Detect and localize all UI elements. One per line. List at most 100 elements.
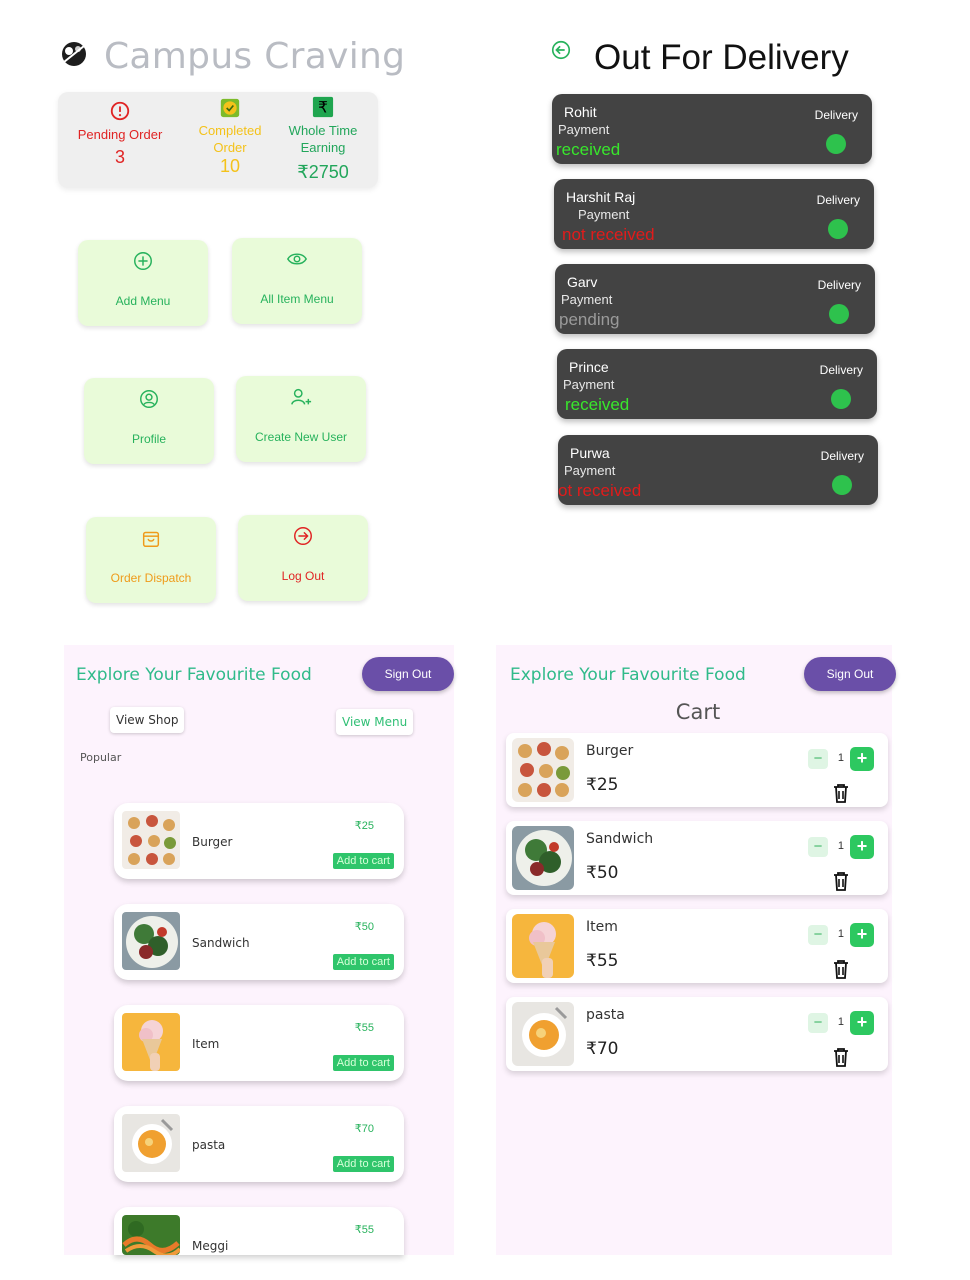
- cart-item-name: Sandwich: [586, 831, 654, 847]
- create-new-user-button[interactable]: Create New User: [236, 376, 366, 462]
- food-card: Item ₹55 Add to cart: [114, 1005, 404, 1081]
- alert-circle-icon: [110, 101, 130, 121]
- decrease-quantity-button[interactable]: −: [808, 749, 828, 769]
- delivery-order-card[interactable]: Prince Payment received Delivery: [557, 349, 877, 419]
- payment-label: Payment: [564, 463, 616, 478]
- shopping-bag-icon: [142, 531, 160, 547]
- add-to-cart-button[interactable]: Add to cart: [332, 1055, 394, 1071]
- payment-status: not received: [562, 225, 655, 244]
- increase-quantity-button[interactable]: +: [850, 923, 874, 947]
- svg-text:₹: ₹: [318, 99, 328, 117]
- ice-cream-image: [512, 914, 574, 978]
- delivery-toggle[interactable]: [826, 134, 846, 154]
- cart-title: Cart: [675, 700, 721, 724]
- sign-out-button[interactable]: Sign Out: [804, 657, 896, 691]
- add-to-cart-button[interactable]: Add to cart: [332, 853, 394, 869]
- sandwich-image: [512, 826, 574, 890]
- stat-earning-value: ₹2750: [297, 162, 349, 182]
- create-new-user-label: Create New User: [254, 430, 348, 444]
- increase-quantity-button[interactable]: +: [850, 1011, 874, 1035]
- log-out-label: Log Out: [281, 569, 325, 583]
- quantity-value: 1: [837, 928, 844, 940]
- add-to-cart-button[interactable]: Add to cart: [332, 954, 394, 970]
- food-name: Sandwich: [192, 936, 250, 950]
- delivery-toggle[interactable]: [829, 304, 849, 324]
- cart-item: pasta ₹70 − 1 +: [506, 997, 888, 1071]
- user-plus-icon: [291, 388, 312, 405]
- sign-out-button[interactable]: Sign Out: [362, 657, 454, 691]
- trash-icon[interactable]: [832, 783, 850, 803]
- cart-item-name: Item: [586, 919, 618, 935]
- add-menu-button[interactable]: Add Menu: [78, 240, 208, 326]
- delivery-label: Delivery: [817, 278, 861, 292]
- all-item-menu-button[interactable]: All Item Menu: [232, 238, 362, 324]
- meggi-image: [122, 1215, 180, 1255]
- view-menu-button[interactable]: View Menu: [336, 709, 414, 735]
- trash-icon[interactable]: [832, 1047, 850, 1067]
- cart-item-name: Burger: [586, 743, 634, 759]
- food-price: ₹25: [354, 820, 374, 832]
- pasta-image: [512, 1002, 574, 1066]
- quantity-value: 1: [837, 840, 844, 852]
- trash-icon[interactable]: [832, 959, 850, 979]
- food-card: Meggi ₹55: [114, 1207, 404, 1255]
- food-name: Meggi: [192, 1239, 229, 1253]
- decrease-quantity-button[interactable]: −: [808, 1013, 828, 1033]
- stats-card: Pending Order 3 Completed Order 10 ₹ Who…: [58, 92, 378, 188]
- trash-icon[interactable]: [832, 871, 850, 891]
- order-dispatch-button[interactable]: Order Dispatch: [86, 517, 216, 603]
- profile-button[interactable]: Profile: [84, 378, 214, 464]
- food-price: ₹70: [354, 1123, 374, 1135]
- delivery-toggle[interactable]: [828, 219, 848, 239]
- pasta-image: [122, 1114, 180, 1172]
- log-out-button[interactable]: Log Out: [238, 515, 368, 601]
- view-shop-button[interactable]: View Shop: [110, 707, 185, 733]
- shop-screen: Explore Your Favourite Food Sign Out Vie…: [64, 645, 454, 1255]
- add-to-cart-button[interactable]: Add to cart: [332, 1156, 394, 1172]
- delivery-order-card[interactable]: Harshit Raj Payment not received Deliver…: [554, 179, 874, 249]
- stat-pending-value: 3: [114, 147, 125, 167]
- payment-status: ot received: [558, 481, 642, 500]
- cart-item: Sandwich ₹50 − 1 +: [506, 821, 888, 895]
- delivery-order-card[interactable]: Garv Payment pending Delivery: [555, 264, 875, 334]
- burger-image: [512, 738, 574, 802]
- stat-pending-order: Pending Order 3: [70, 100, 170, 166]
- check-circle-icon: [220, 98, 240, 118]
- food-name: Burger: [192, 835, 233, 849]
- explore-header: Explore Your Favourite Food: [510, 665, 746, 685]
- stat-completed-label-2: Order: [213, 140, 247, 155]
- cart-item-price: ₹70: [586, 1039, 619, 1059]
- decrease-quantity-button[interactable]: −: [808, 837, 828, 857]
- food-card: pasta ₹70 Add to cart: [114, 1106, 404, 1182]
- burger-image: [122, 811, 180, 869]
- delivery-toggle[interactable]: [831, 389, 851, 409]
- back-arrow-icon[interactable]: [550, 39, 572, 61]
- payment-status: pending: [559, 310, 620, 329]
- cart-item-name: pasta: [586, 1007, 625, 1023]
- payment-label: Payment: [578, 207, 630, 222]
- increase-quantity-button[interactable]: +: [850, 747, 874, 771]
- cart-item-price: ₹50: [586, 863, 619, 883]
- all-item-menu-label: All Item Menu: [260, 292, 334, 306]
- stat-completed-order: Completed Order 10: [190, 98, 270, 175]
- cart-item: Item ₹55 − 1 +: [506, 909, 888, 983]
- food-name: pasta: [192, 1138, 226, 1152]
- payment-label: Payment: [558, 122, 610, 137]
- decrease-quantity-button[interactable]: −: [808, 925, 828, 945]
- delivery-toggle[interactable]: [832, 475, 852, 495]
- payment-label: Payment: [563, 377, 615, 392]
- payment-status: received: [565, 395, 630, 414]
- customer-name: Harshit Raj: [566, 189, 636, 205]
- stat-pending-label: Pending Order: [77, 127, 163, 142]
- food-card: Sandwich ₹50 Add to cart: [114, 904, 404, 980]
- quantity-value: 1: [837, 1016, 844, 1028]
- delivery-title: Out For Delivery: [594, 38, 849, 77]
- increase-quantity-button[interactable]: +: [850, 835, 874, 859]
- delivery-label: Delivery: [816, 193, 860, 207]
- stat-completed-value: 10: [219, 156, 241, 176]
- payment-status: received: [556, 140, 621, 159]
- delivery-order-card[interactable]: Purwa Payment ot received Delivery: [558, 435, 878, 505]
- food-card: Burger ₹25 Add to cart: [114, 803, 404, 879]
- delivery-order-card[interactable]: Rohit Payment received Delivery: [552, 94, 872, 164]
- food-price: ₹55: [354, 1224, 374, 1236]
